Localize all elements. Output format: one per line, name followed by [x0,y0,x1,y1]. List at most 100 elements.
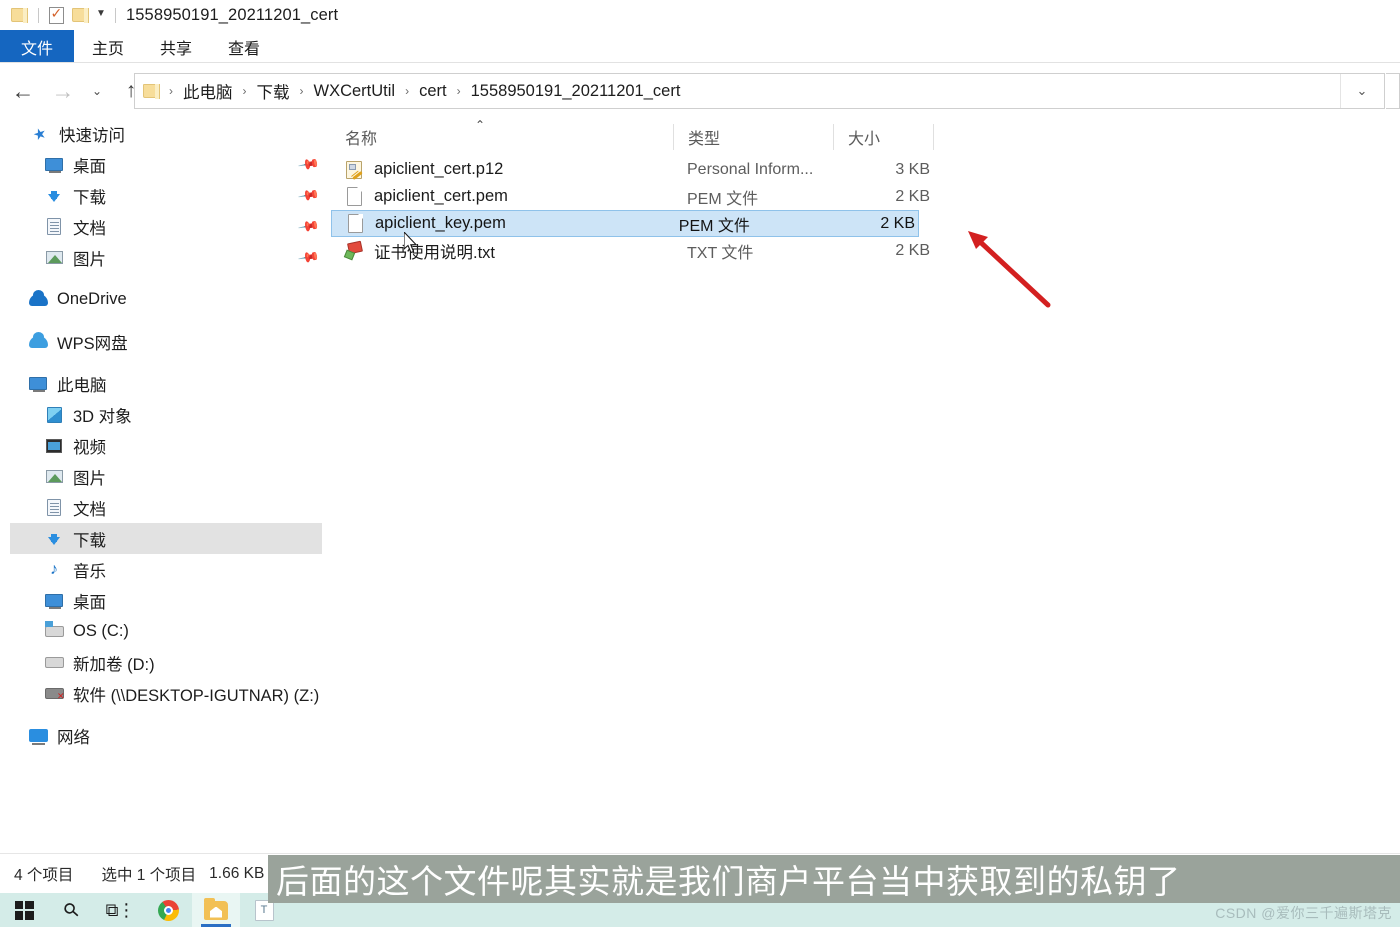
tab-file[interactable]: 文件 [0,30,74,63]
sidebar-item-os-drive[interactable]: OS (C:) [0,616,331,647]
breadcrumb-separator: › [242,84,247,98]
file-name-cell[interactable]: apiclient_cert.pem [331,187,673,206]
wps-cloud-icon [26,331,50,348]
pin-icon[interactable]: 📌 [296,184,320,208]
breadcrumb-cert[interactable]: cert [416,82,450,101]
file-name-label: apiclient_cert.p12 [374,160,504,178]
column-header-type[interactable]: 类型 [673,124,833,150]
new-folder-icon[interactable] [69,4,91,26]
sidebar-item-new-volume[interactable]: 新加卷 (D:) [0,647,331,678]
sidebar-item-pictures[interactable]: 图片 📌 [0,242,331,273]
recent-locations-icon[interactable]: ⌄ [86,74,108,108]
sidebar-item-downloads-pc[interactable]: 下载 [10,523,322,554]
search-icon: ⚲ [59,897,85,923]
file-name-cell[interactable]: apiclient_key.pem [332,214,665,233]
pin-icon[interactable]: 📌 [296,215,320,239]
sidebar-item-network-drive[interactable]: 软件 (\\DESKTOP-IGUTNAR) (Z:) [0,678,331,709]
search-input[interactable] [1386,73,1400,109]
navigation-pane: ★ 快速访问 桌面 📌 下载 📌 文档 📌 图片 📌 OneDrive WPS网… [0,118,331,853]
sidebar-item-onedrive[interactable]: OneDrive [0,284,331,315]
sidebar-group-quick-access[interactable]: ★ 快速访问 [0,118,331,149]
tab-view[interactable]: 查看 [210,30,278,63]
text-document-icon [342,242,366,259]
sidebar-item-desktop[interactable]: 桌面 📌 [0,149,331,180]
file-rows: apiclient_cert.p12 Personal Inform... 3 … [331,156,1400,264]
start-button[interactable] [0,893,48,927]
pictures-icon [42,251,66,264]
folder-icon[interactable] [8,4,30,26]
sidebar-item-music[interactable]: ♪ 音乐 [0,554,331,585]
desktop-icon [42,158,66,173]
column-header-size[interactable]: 大小 [833,124,933,150]
breadcrumb-separator: › [299,84,304,98]
sidebar-label: 3D 对象 [73,407,132,426]
sidebar-label: 图片 [73,469,106,488]
csdn-watermark: CSDN @爱你三千遍斯塔克 [1215,905,1392,921]
file-name-label: apiclient_cert.pem [374,187,508,205]
sidebar-label: 新加卷 (D:) [73,655,155,674]
sidebar-item-network[interactable]: 网络 [0,720,331,751]
table-row[interactable]: apiclient_cert.pem PEM 文件 2 KB [331,183,1400,210]
tab-share[interactable]: 共享 [142,30,210,63]
customize-caret-icon[interactable]: ▼ [93,9,109,19]
sidebar-item-downloads[interactable]: 下载 📌 [0,180,331,211]
pictures-icon [42,470,66,483]
sort-ascending-icon: ⌃ [475,118,486,132]
certificate-key-icon [342,160,366,179]
sidebar-item-wps-cloud[interactable]: WPS网盘 [0,326,331,357]
sidebar-item-3d-objects[interactable]: 3D 对象 [0,399,331,430]
pin-icon[interactable]: 📌 [296,153,320,177]
file-name-cell[interactable]: apiclient_cert.p12 [331,160,673,179]
sidebar-label: OS (C:) [73,622,129,640]
file-explorer-button[interactable] [192,893,240,927]
sidebar-item-pictures-pc[interactable]: 图片 [0,461,331,492]
search-button[interactable]: ⚲ [48,893,96,927]
table-row[interactable]: 证书使用说明.txt TXT 文件 2 KB [331,237,1400,264]
sidebar-item-documents[interactable]: 文档 📌 [0,211,331,242]
chrome-icon [157,899,179,921]
task-view-button[interactable]: ⧉⋮ [96,893,144,927]
tab-home[interactable]: 主页 [74,30,142,63]
table-row[interactable]: apiclient_cert.p12 Personal Inform... 3 … [331,156,1400,183]
this-pc-icon [26,377,50,392]
task-view-icon: ⧉⋮ [105,899,136,920]
column-header-row: 名称 类型 大小 [331,118,1400,156]
breadcrumb-separator: › [405,84,410,98]
breadcrumb-wxcertutil[interactable]: WXCertUtil [311,82,399,101]
file-name-cell[interactable]: 证书使用说明.txt [331,239,673,263]
back-button[interactable]: ← [6,74,40,108]
chrome-button[interactable] [144,893,192,927]
address-dropdown-icon[interactable]: ⌄ [1340,74,1383,108]
title-bar: ▼ 1558950191_20211201_cert [0,0,1400,30]
file-size-cell: 2 KB [895,241,930,259]
pin-icon[interactable]: 📌 [296,246,320,270]
column-header-name[interactable]: 名称 [331,124,673,150]
os-drive-icon [42,621,66,637]
sidebar-label: 软件 (\\DESKTOP-IGUTNAR) (Z:) [73,686,320,705]
file-explorer-window: ▼ 1558950191_20211201_cert 文件 主页 共享 查看 ←… [0,0,1400,927]
breadcrumb-downloads[interactable]: 下载 [254,79,293,103]
table-row-selected[interactable]: apiclient_key.pem PEM 文件 2 KB [331,210,919,237]
file-name-label: 证书使用说明.txt [374,243,496,262]
sidebar-label: 快速访问 [59,126,125,145]
breadcrumb-this-pc[interactable]: 此电脑 [180,79,236,103]
windows-logo-icon [14,900,34,920]
blank-document-icon [342,187,366,206]
sidebar-item-desktop-pc[interactable]: 桌面 [0,585,331,616]
sidebar-label: OneDrive [57,290,127,308]
column-header-empty[interactable] [933,124,1133,150]
forward-button[interactable]: → [46,74,80,108]
downloads-icon [42,533,66,545]
properties-icon[interactable] [45,4,67,26]
subtitle-overlay: 后面的这个文件呢其实就是我们商户平台当中获取到的私钥了 [268,855,1400,903]
address-bar[interactable]: › 此电脑 › 下载 › WXCertUtil › cert › 1558950… [134,73,1385,109]
breadcrumb-current-folder[interactable]: 1558950191_20211201_cert [468,82,684,101]
subtitle-text: 后面的这个文件呢其实就是我们商户平台当中获取到的私钥了 [276,862,1181,901]
sidebar-item-documents-pc[interactable]: 文档 [0,492,331,523]
sidebar-label: 音乐 [73,562,106,581]
sidebar-item-videos[interactable]: 视频 [0,430,331,461]
sidebar-group-this-pc[interactable]: 此电脑 [0,368,331,399]
